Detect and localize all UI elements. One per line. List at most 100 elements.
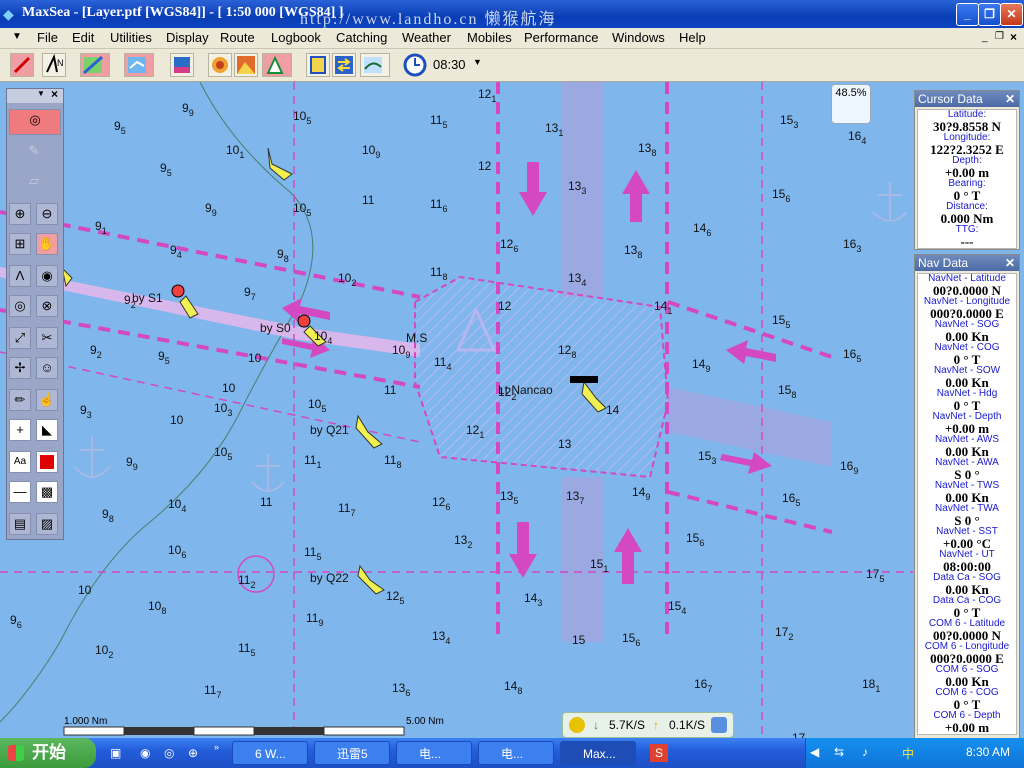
tray-app-s-icon[interactable]: S: [650, 744, 668, 762]
fill-pattern-icon[interactable]: ▩: [36, 481, 58, 503]
quicklaunch-app-icon[interactable]: ◎: [164, 746, 174, 760]
start-button[interactable]: 开始: [0, 738, 96, 768]
north-up-icon[interactable]: N: [42, 53, 66, 77]
task-maxsea[interactable]: Max...: [560, 741, 636, 765]
menu-weather[interactable]: Weather: [402, 30, 451, 45]
scissors-icon[interactable]: ✂: [36, 327, 58, 349]
menu-windows[interactable]: Windows: [612, 30, 665, 45]
triangle-tool-icon[interactable]: [262, 53, 292, 77]
download-arrow-icon: ↓: [593, 718, 599, 732]
depth-sounding: 118: [384, 453, 401, 470]
3d-relief-icon[interactable]: [234, 53, 258, 77]
depth-sounding: 117: [204, 683, 221, 700]
speed-settings-icon[interactable]: [711, 717, 727, 733]
weather-layer-icon[interactable]: [360, 53, 390, 77]
nautical-chart[interactable]: 99 95 105 115 121 131 153 164 101 95 109 12 138 133 11…: [0, 82, 913, 738]
palette-close-icon[interactable]: ×: [51, 87, 58, 101]
arrange-icon[interactable]: ▤: [9, 513, 31, 535]
depth-sounding: 126: [432, 495, 450, 512]
app-icon[interactable]: ◆: [3, 6, 14, 23]
menu-utilities[interactable]: Utilities: [110, 30, 152, 45]
quicklaunch-more-icon[interactable]: »: [214, 742, 219, 752]
tray-network-icon[interactable]: ⇆: [834, 745, 844, 759]
draw-pencil-icon[interactable]: ✏: [9, 389, 31, 411]
menu-catching[interactable]: Catching: [336, 30, 387, 45]
task-browser[interactable]: 电...: [396, 741, 472, 765]
menu-performance[interactable]: Performance: [524, 30, 598, 45]
tool-palette: ▼ × ◎ ✎ ▱ ⊕ ⊖ ⊞ ✋ Λ ◉ ◎ ⊗ ⤢ ✂ ✢ ☺ ✏ ☝ + …: [6, 87, 64, 540]
depth-sounding: 149: [632, 485, 650, 502]
zoom-out-icon[interactable]: ⊖: [36, 203, 58, 225]
task-document[interactable]: 电...: [478, 741, 554, 765]
menu-logbook[interactable]: Logbook: [271, 30, 321, 45]
cursor-data-close-icon[interactable]: ✕: [1005, 91, 1015, 107]
maximize-button[interactable]: ❐: [978, 3, 1001, 26]
menu-mobiles[interactable]: Mobiles: [467, 30, 512, 45]
fit-chart-icon[interactable]: ⊞: [9, 233, 31, 255]
depth-sounding: 106: [168, 543, 186, 560]
target-mark-icon[interactable]: ◎: [9, 109, 61, 135]
menu-file[interactable]: File: [37, 30, 58, 45]
system-menu-icon[interactable]: ▼: [12, 31, 22, 42]
tray-ime-icon[interactable]: 中: [902, 745, 914, 762]
pan-hand-icon[interactable]: ✋: [36, 233, 58, 255]
depth-sounding: 103: [214, 401, 232, 418]
depth-sounding: 167: [694, 677, 712, 694]
chart-canvas[interactable]: 9995105 115121131153164101951091213813311…: [0, 82, 913, 738]
line-style-icon[interactable]: —: [9, 481, 31, 503]
task-explorer-label: 6 W...: [255, 747, 286, 761]
waypoint-link-icon[interactable]: ⤢: [9, 327, 31, 349]
taskbar-clock[interactable]: 8:30 AM: [966, 745, 1010, 759]
panel-toggle-icon[interactable]: [306, 53, 330, 77]
transform-icon[interactable]: ✢: [9, 357, 31, 379]
add-point-icon[interactable]: +: [9, 419, 31, 441]
eye-icon[interactable]: ◉: [36, 265, 58, 287]
minimize-button[interactable]: _: [956, 3, 979, 26]
label-buoy-q21: by Q21: [310, 423, 349, 437]
quicklaunch-plus-icon[interactable]: ⊕: [188, 746, 198, 760]
task-xunlei[interactable]: 迅雷5: [314, 741, 390, 765]
pencil-tool-icon[interactable]: [10, 53, 34, 77]
depth-sounding: 136: [392, 681, 410, 698]
network-speed-widget[interactable]: ↓ 5.7K/S ↑ 0.1K/S: [562, 712, 734, 738]
tray-collapse-icon[interactable]: ◀: [810, 745, 819, 759]
menu-display[interactable]: Display: [166, 30, 209, 45]
depth-sounding: 158: [778, 383, 796, 400]
menu-route[interactable]: Route: [220, 30, 255, 45]
color-red-swatch[interactable]: [36, 451, 58, 473]
bathymetry-icon[interactable]: [208, 53, 232, 77]
image-insert-icon[interactable]: ▨: [36, 513, 58, 535]
menu-edit[interactable]: Edit: [72, 30, 94, 45]
swap-arrows-icon[interactable]: [332, 53, 356, 77]
pointer-hand-icon[interactable]: ☝: [36, 389, 58, 411]
depth-sounding: 95: [114, 119, 126, 136]
zoom-in-icon[interactable]: ⊕: [9, 203, 31, 225]
close-button[interactable]: ✕: [1000, 3, 1023, 26]
time-dropdown-icon[interactable]: ▼: [473, 57, 482, 67]
task-explorer[interactable]: 6 W...: [232, 741, 308, 765]
scale-label-1nm: 1.000 Nm: [64, 716, 107, 727]
zoom-level-indicator[interactable]: 48.5%: [831, 84, 871, 124]
mdi-close-icon[interactable]: ×: [1010, 30, 1017, 44]
quicklaunch-ie-icon[interactable]: ◉: [140, 746, 150, 760]
tray-volume-icon[interactable]: ♪: [862, 745, 868, 759]
palette-menu-icon[interactable]: ▼: [37, 89, 45, 98]
quicklaunch-desktop-icon[interactable]: ▣: [110, 746, 121, 760]
mark-ring-icon[interactable]: ◎: [9, 295, 31, 317]
mdi-minimize-icon[interactable]: _: [982, 32, 988, 43]
photo-layer-icon[interactable]: [170, 53, 194, 77]
time-display[interactable]: 08:30: [433, 57, 466, 72]
precautionary-area: [414, 275, 670, 479]
chart-layer-icon[interactable]: [124, 53, 154, 77]
smiley-icon[interactable]: ☺: [36, 357, 58, 379]
mdi-restore-icon[interactable]: ❐: [995, 31, 1004, 42]
depth-sounding: 96: [10, 613, 22, 630]
layer-color-icon[interactable]: [80, 53, 110, 77]
clock-icon[interactable]: [403, 53, 427, 77]
area-chart-icon[interactable]: ◣: [36, 419, 58, 441]
menu-help[interactable]: Help: [679, 30, 706, 45]
nav-data-close-icon[interactable]: ✕: [1005, 255, 1015, 271]
crosshair-icon[interactable]: ⊗: [36, 295, 58, 317]
route-tool-icon[interactable]: Λ: [9, 265, 31, 287]
text-tool-icon[interactable]: Aa: [9, 451, 31, 473]
